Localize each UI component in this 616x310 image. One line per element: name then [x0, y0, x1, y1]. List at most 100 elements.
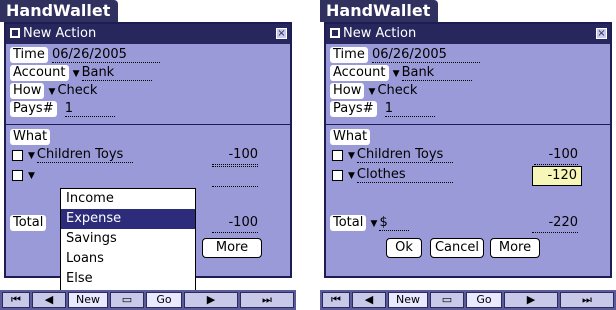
account-label: Account [10, 65, 69, 81]
account-row: Account ▼ Bank [10, 64, 152, 82]
dropdown-option[interactable]: Savings [61, 229, 195, 249]
item-name[interactable]: Clothes [356, 167, 453, 183]
amount-input[interactable]: -120 [532, 166, 582, 186]
item-row[interactable]: ▼ Children Toys [348, 146, 453, 164]
time-value[interactable]: 06/26/2005 [371, 47, 480, 63]
screen-right: HandWallet New Action × Time 06/26/2005 … [320, 0, 616, 310]
what-label: What [10, 129, 51, 145]
dropdown-option[interactable]: Else [61, 269, 195, 289]
chevron-down-icon[interactable]: ▼ [28, 151, 35, 161]
account-value[interactable]: Bank [401, 65, 472, 81]
more-button[interactable]: More [490, 238, 540, 258]
pays-value[interactable]: 1 [64, 101, 115, 117]
nav-bar: ⏮ ◀ New ▭ Go ▶ ⏭ [0, 290, 296, 310]
prev-icon[interactable]: ◀ [352, 292, 386, 308]
next-icon[interactable]: ▶ [504, 292, 558, 308]
time-label[interactable]: Time [330, 47, 368, 63]
chevron-down-icon[interactable]: ▼ [369, 87, 376, 97]
cancel-button[interactable]: Cancel [430, 238, 484, 258]
chevron-down-icon[interactable]: ▼ [49, 87, 56, 97]
form-icon [330, 28, 340, 38]
screen-left: HandWallet New Action × Time 06/26/2005 … [0, 0, 296, 310]
next-icon[interactable]: ▶ [184, 292, 238, 308]
pays-row: Pays# 1 [10, 100, 115, 118]
close-icon[interactable]: × [596, 28, 607, 39]
how-row: How ▼ Check [330, 82, 417, 100]
item-amount-empty[interactable] [212, 186, 258, 187]
chevron-down-icon[interactable]: ▼ [393, 69, 400, 79]
app-title: HandWallet [0, 0, 119, 22]
dropdown-option-selected[interactable]: Expense [61, 209, 195, 229]
close-icon[interactable]: × [276, 28, 287, 39]
item-amount[interactable] [212, 166, 258, 167]
how-label: How [10, 83, 45, 99]
more-button[interactable]: More [202, 238, 262, 258]
item-name[interactable]: Children Toys [356, 147, 453, 163]
total-amount: -220 [532, 214, 578, 233]
dropdown-option[interactable]: Income [61, 189, 195, 209]
type-dropdown[interactable]: Income Expense Savings Loans Else [60, 188, 196, 292]
dropdown-option[interactable]: Loans [61, 249, 195, 269]
new-button[interactable]: New [388, 292, 428, 308]
item-amount[interactable]: -100 [212, 146, 258, 165]
item-checkbox[interactable] [12, 170, 23, 181]
prev-icon[interactable]: ◀ [32, 292, 66, 308]
last-icon[interactable]: ⏭ [240, 292, 294, 308]
time-row: Time 06/26/2005 [330, 46, 480, 64]
form-titlebar: New Action × [6, 24, 290, 44]
item-checkbox[interactable] [332, 150, 343, 161]
new-action-form: New Action × Time 06/26/2005 Account ▼ Ba… [324, 22, 612, 278]
how-value[interactable]: Check [57, 83, 97, 98]
pays-label: Pays# [330, 101, 377, 117]
divider [326, 124, 610, 125]
total-label: Total [330, 215, 367, 231]
time-label[interactable]: Time [10, 47, 48, 63]
what-row: What [10, 128, 51, 146]
form-titlebar: New Action × [326, 24, 610, 44]
item-row[interactable]: ▼ Clothes [348, 166, 453, 184]
form-title: New Action [23, 26, 97, 41]
item-checkbox[interactable] [12, 150, 23, 161]
chevron-down-icon[interactable]: ▼ [28, 171, 35, 181]
first-icon[interactable]: ⏮ [322, 292, 350, 308]
total-amount: -100 [212, 214, 258, 233]
chevron-down-icon[interactable]: ▼ [371, 219, 378, 229]
total-row: Total [10, 214, 47, 232]
go-button[interactable]: Go [466, 292, 502, 308]
item-checkbox[interactable] [332, 170, 343, 181]
time-row: Time 06/26/2005 [10, 46, 160, 64]
item-row[interactable]: ▼ [28, 166, 37, 184]
form-icon [10, 28, 20, 38]
total-row: Total ▼ $ [330, 214, 410, 232]
what-label: What [330, 129, 371, 145]
account-label: Account [330, 65, 389, 81]
last-icon[interactable]: ⏭ [560, 292, 614, 308]
item-name[interactable]: Children Toys [36, 147, 133, 163]
pays-label: Pays# [10, 101, 57, 117]
pen-icon[interactable]: ▭ [110, 292, 144, 308]
chevron-down-icon[interactable]: ▼ [348, 151, 355, 161]
chevron-down-icon[interactable]: ▼ [348, 171, 355, 181]
account-value[interactable]: Bank [81, 65, 152, 81]
pays-row: Pays# 1 [330, 100, 435, 118]
how-value[interactable]: Check [377, 83, 417, 98]
what-row: What [330, 128, 371, 146]
item-amount[interactable]: -100 [534, 146, 578, 165]
divider [6, 124, 290, 125]
item-row[interactable]: ▼ Children Toys [28, 146, 133, 164]
pen-icon[interactable]: ▭ [430, 292, 464, 308]
account-row: Account ▼ Bank [330, 64, 472, 82]
pays-value[interactable]: 1 [384, 101, 435, 117]
app-title: HandWallet [320, 0, 439, 22]
how-label: How [330, 83, 365, 99]
ok-button[interactable]: Ok [386, 238, 422, 258]
how-row: How ▼ Check [10, 82, 97, 100]
first-icon[interactable]: ⏮ [2, 292, 30, 308]
new-button[interactable]: New [68, 292, 108, 308]
go-button[interactable]: Go [146, 292, 182, 308]
time-value[interactable]: 06/26/2005 [51, 47, 160, 63]
form-title: New Action [343, 26, 417, 41]
chevron-down-icon[interactable]: ▼ [73, 69, 80, 79]
nav-bar: ⏮ ◀ New ▭ Go ▶ ⏭ [320, 290, 616, 310]
total-currency[interactable]: $ [379, 215, 410, 231]
